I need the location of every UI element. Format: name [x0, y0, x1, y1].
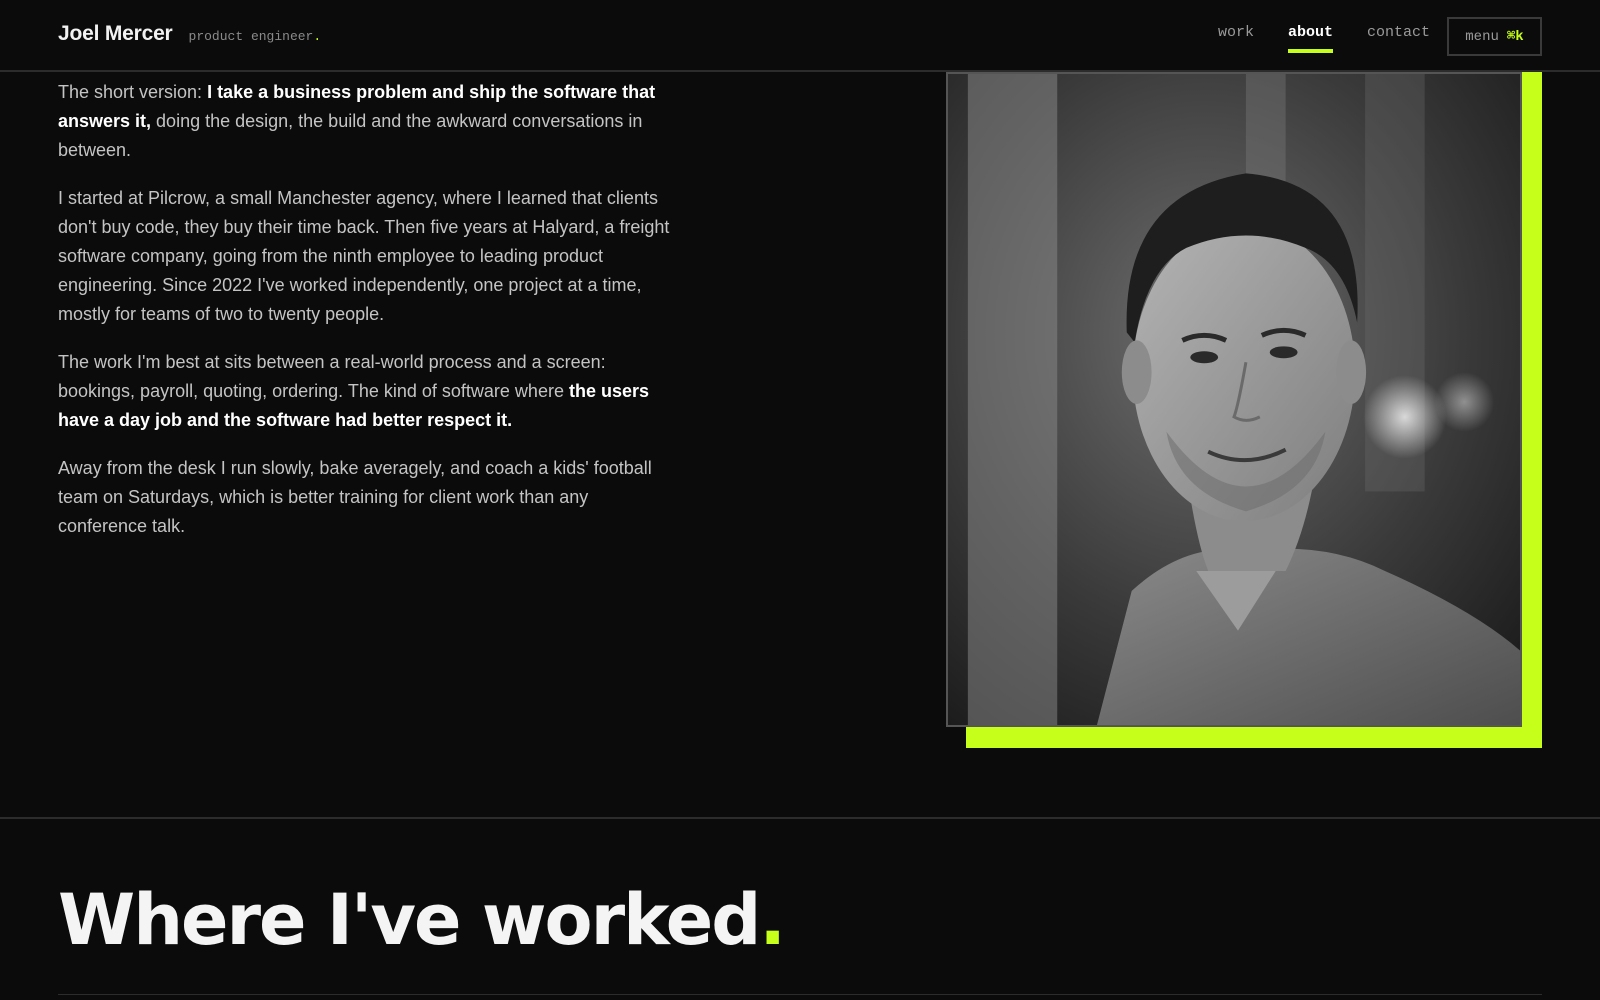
about-page: Joel Mercer product engineer. work about… [0, 0, 1600, 1000]
about-paragraph-2: I started at Pilcrow, a small Manchester… [58, 188, 670, 324]
section-title-text: Where I've worked [58, 879, 761, 961]
about-paragraph-3: The work I'm best at sits between a real… [58, 348, 670, 435]
about-paragraph-1: The short version: I take a business pro… [58, 78, 670, 165]
p3-lead: The work I'm best at sits between a real… [58, 352, 606, 401]
brand[interactable]: Joel Mercer product engineer. [58, 22, 321, 46]
section-rule [58, 994, 1542, 995]
nav-item-work[interactable]: work [1218, 24, 1254, 49]
section-title-where-worked: Where I've worked. [58, 879, 786, 961]
portrait-photo [946, 72, 1522, 727]
site-header: Joel Mercer product engineer. work about… [0, 0, 1600, 72]
section-title-dot: . [759, 879, 786, 961]
brand-role: product engineer. [189, 29, 322, 44]
about-paragraph-4: Away from the desk I run slowly, bake av… [58, 458, 652, 536]
section-divider [0, 817, 1600, 819]
menu-shortcut: ⌘k [1506, 29, 1524, 45]
about-text: The short version: I take a business pro… [58, 78, 670, 560]
brand-name[interactable]: Joel Mercer [58, 22, 173, 46]
portrait-frame [946, 72, 1542, 748]
nav-item-contact[interactable]: contact [1367, 24, 1430, 49]
menu-button-label: menu [1465, 28, 1499, 45]
p1-lead: The short version: [58, 82, 208, 102]
brand-role-text: product engineer [188, 29, 314, 44]
main-nav: work about contact [1218, 24, 1430, 53]
nav-item-about[interactable]: about [1287, 24, 1333, 53]
portrait-illustration [948, 74, 1520, 725]
brand-role-dot: . [313, 29, 322, 44]
menu-button[interactable]: menu ⌘k [1447, 17, 1542, 56]
